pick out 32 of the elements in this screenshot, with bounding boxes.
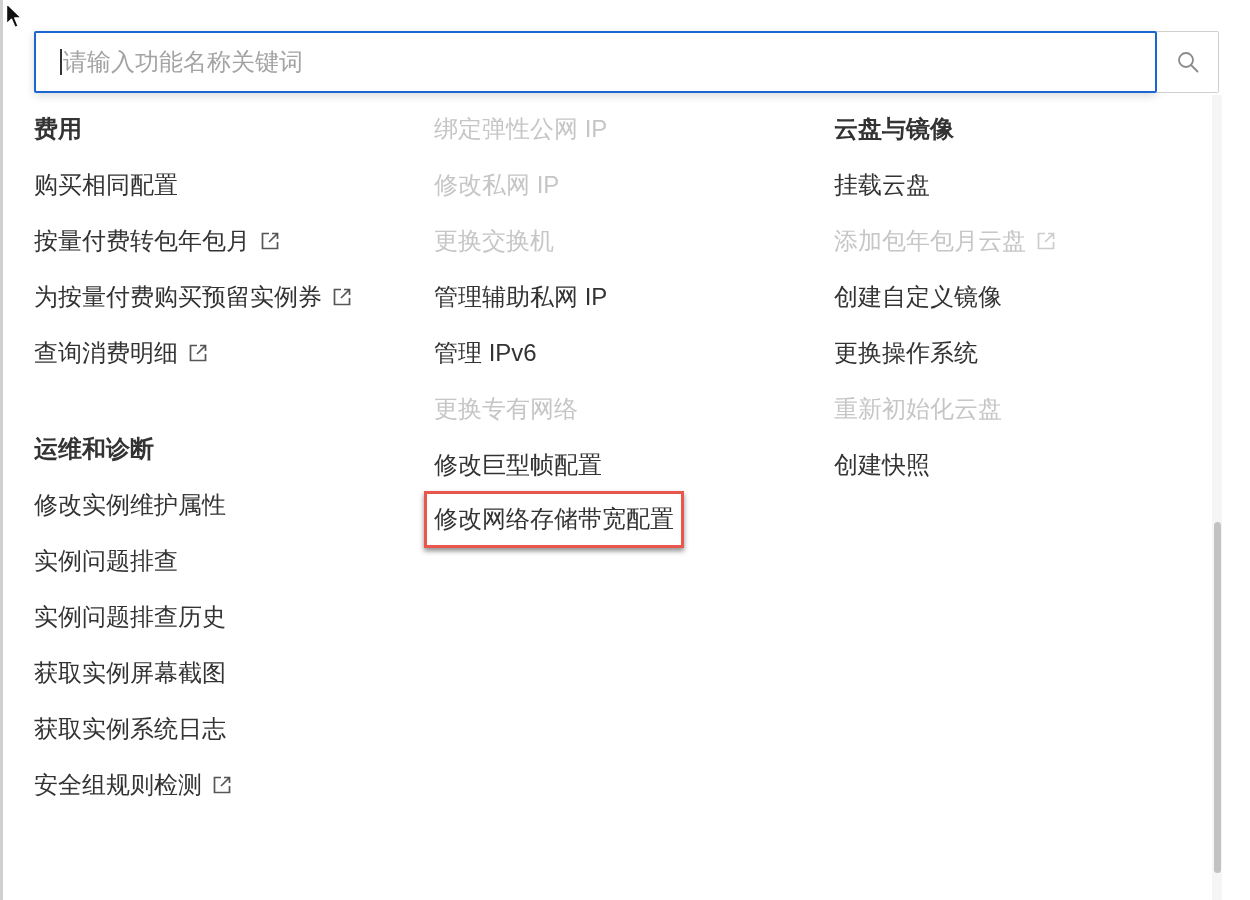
search-button[interactable] (1157, 31, 1219, 93)
menu-item[interactable]: 管理 IPv6 (434, 338, 537, 368)
external-link-icon (332, 287, 352, 307)
menu-item[interactable]: 实例问题排查 (34, 546, 178, 576)
menu-item[interactable]: 修改网络存储带宽配置 (424, 491, 684, 548)
group-heading: 费用 (34, 114, 82, 144)
scrollbar-thumb[interactable] (1213, 522, 1221, 873)
external-link-icon (212, 775, 232, 795)
menu-item[interactable]: 获取实例系统日志 (34, 714, 226, 744)
external-link-icon (1036, 231, 1056, 251)
menu-item[interactable]: 安全组规则检测 (34, 770, 232, 800)
menu-item[interactable]: 获取实例屏幕截图 (34, 658, 226, 688)
menu-item[interactable]: 按量付费转包年包月 (34, 226, 280, 256)
menu-item[interactable]: 管理辅助私网 IP (434, 282, 608, 312)
search-field[interactable]: 请输入功能名称关键词 (34, 31, 1157, 93)
search-icon (1176, 51, 1199, 73)
menu-item[interactable]: 挂载云盘 (834, 170, 930, 200)
scrollbar-track[interactable] (1212, 95, 1222, 900)
menu-item[interactable]: 修改实例维护属性 (34, 490, 226, 520)
group-heading: 运维和诊断 (34, 434, 154, 464)
menu-item[interactable]: 为按量付费购买预留实例券 (34, 282, 352, 312)
menu-item[interactable]: 创建快照 (834, 450, 930, 480)
menu-item[interactable]: 购买相同配置 (34, 170, 178, 200)
text-caret-icon (60, 49, 62, 75)
external-link-icon (188, 343, 208, 363)
external-link-icon (260, 231, 280, 251)
menu-item[interactable]: 创建自定义镜像 (834, 282, 1002, 312)
group-heading: 云盘与镜像 (834, 114, 954, 144)
menu-item[interactable]: 修改巨型帧配置 (434, 450, 602, 480)
menu-item[interactable]: 实例问题排查历史 (34, 602, 226, 632)
menu-item[interactable]: 查询消费明细 (34, 338, 208, 368)
menu-item[interactable]: 更换操作系统 (834, 338, 978, 368)
